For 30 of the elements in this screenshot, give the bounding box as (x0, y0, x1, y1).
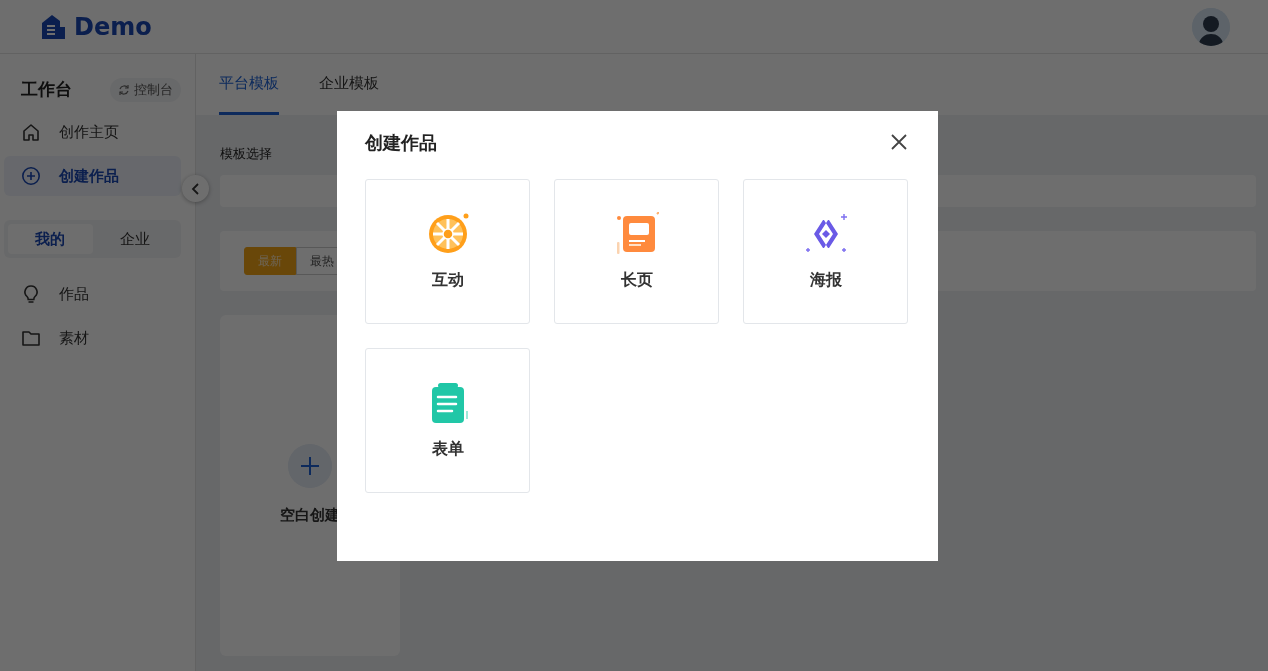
scope-tab[interactable]: 企业 (92, 224, 177, 254)
option-label: 表单 (431, 437, 464, 460)
home-icon (21, 122, 41, 142)
collapse-button[interactable] (182, 175, 209, 202)
console-button[interactable]: 控制台 (110, 78, 181, 102)
dialog-title: 创建作品 (365, 130, 437, 155)
option-label: 海报 (809, 268, 842, 291)
option-card[interactable]: 长页 (554, 179, 719, 324)
chevron-left-icon (190, 182, 201, 195)
option-card[interactable]: 互动 (365, 179, 530, 324)
close-icon[interactable] (891, 134, 907, 150)
logo-text: Demo (74, 11, 152, 43)
sidebar-item[interactable]: 素材 (4, 318, 181, 358)
refresh-icon (118, 84, 130, 96)
document-icon (614, 211, 659, 256)
option-label: 互动 (431, 268, 464, 291)
template-tab[interactable]: 企业模板 (319, 54, 379, 115)
template-tab[interactable]: 平台模板 (219, 54, 279, 115)
sidebar-item[interactable]: 创作主页 (4, 112, 181, 152)
scope-tab[interactable]: 我的 (8, 224, 93, 254)
option-card[interactable]: 表单 (365, 348, 530, 493)
sidebar-item[interactable]: 创建作品 (4, 156, 181, 196)
folder-icon (21, 328, 41, 348)
section-label: 模板选择 (220, 146, 272, 161)
option-card[interactable]: 海报 (743, 179, 908, 324)
sidebar-title: 工作台 (20, 78, 72, 102)
sidebar-item[interactable]: 作品 (4, 274, 181, 314)
lightbulb-icon (21, 284, 41, 304)
add-circle-icon (21, 166, 41, 186)
option-label: 长页 (620, 268, 653, 291)
